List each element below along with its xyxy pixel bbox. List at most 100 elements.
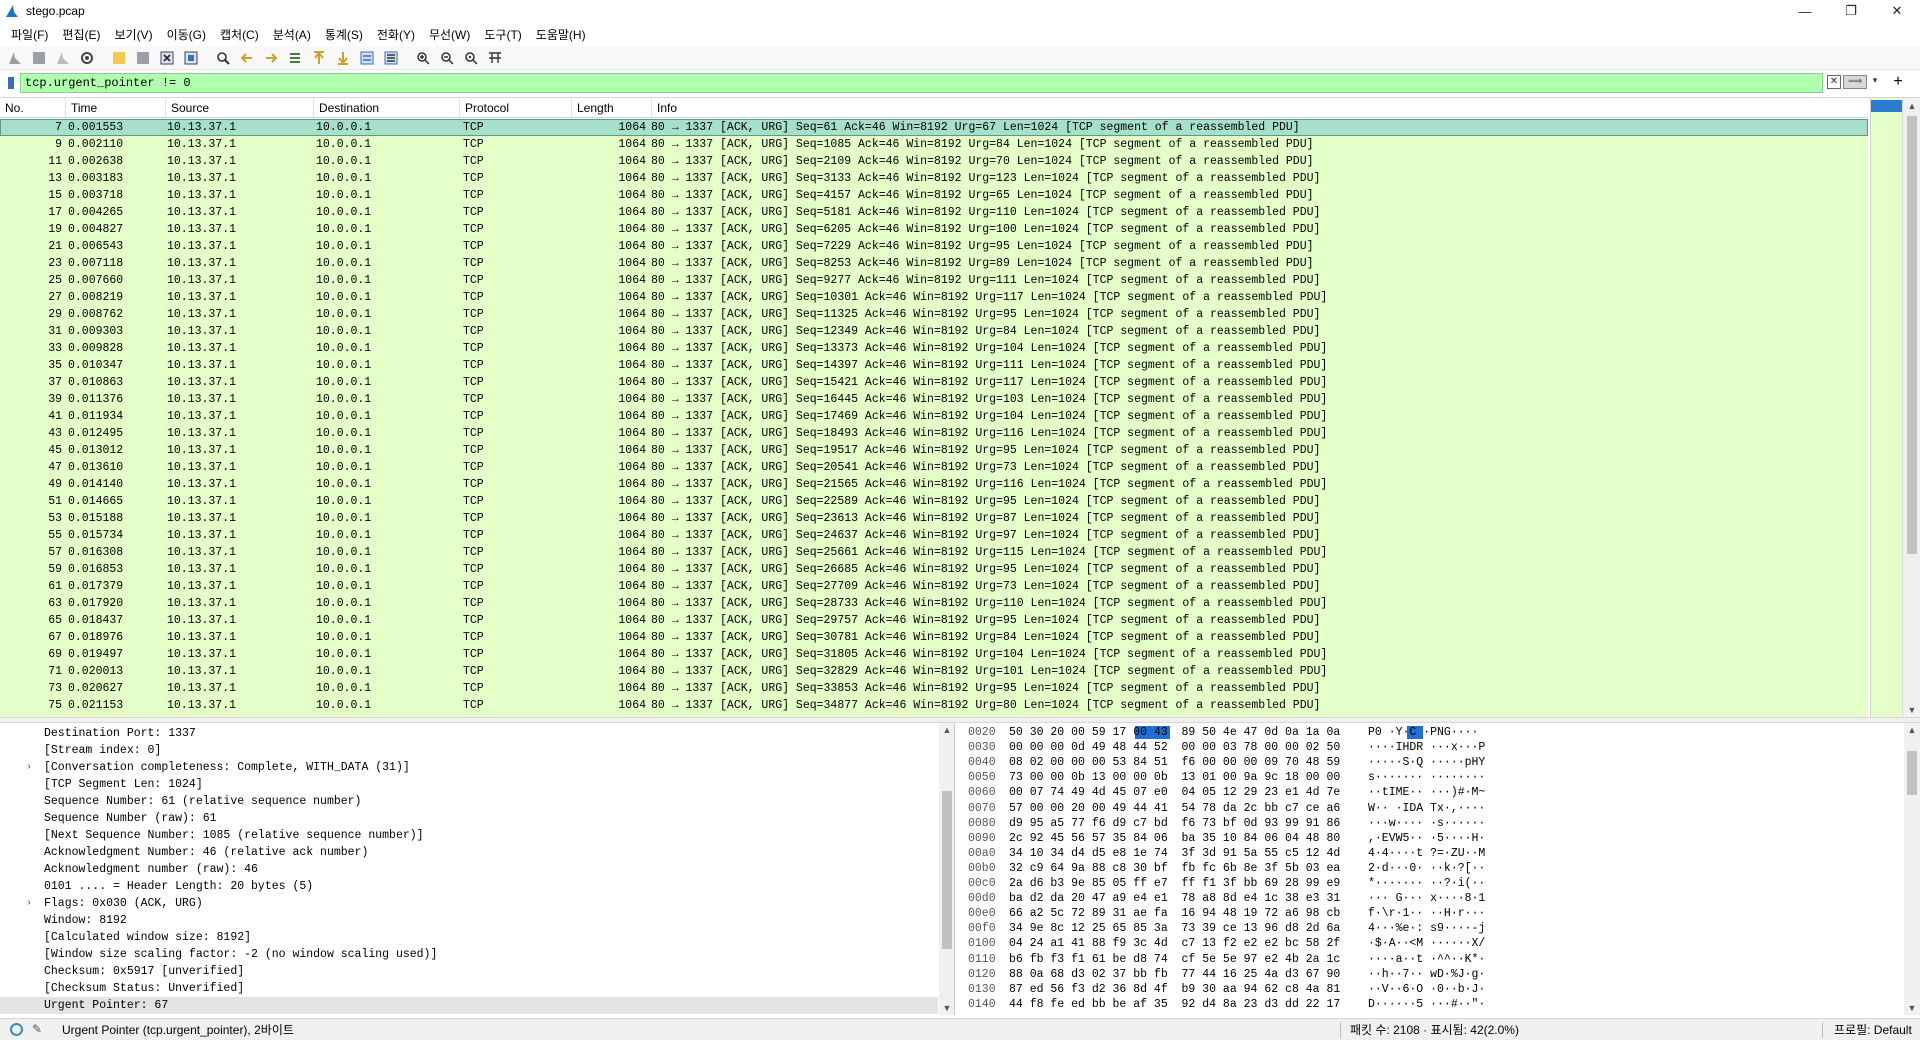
details-tree-item[interactable]: Sequence Number (raw): 61 — [0, 810, 938, 827]
menu-wireless[interactable]: 무선(W) — [422, 24, 477, 45]
details-tree-item[interactable]: Destination Port: 1337 — [0, 725, 938, 742]
hex-dump-row[interactable]: 0140 44 f8 fe ed bb be af 35 92 d4 8a 23 … — [961, 997, 1901, 1012]
display-filter-input[interactable]: tcp.urgent_pointer != 0 — [20, 73, 1823, 93]
menu-tools[interactable]: 도구(T) — [477, 24, 528, 45]
zoom-out-icon[interactable] — [436, 48, 458, 68]
column-header-protocol[interactable]: Protocol — [460, 98, 572, 118]
save-file-icon[interactable] — [132, 48, 154, 68]
table-row[interactable]: 13 0.003183 10.13.37.1 10.0.0.1 TCP 1064 80 → … — [0, 170, 1868, 187]
table-row[interactable]: 41 0.011934 10.13.37.1 10.0.0.1 TCP 1064 80 → … — [0, 408, 1868, 425]
table-row[interactable]: 73 0.020627 10.13.37.1 10.0.0.1 TCP 1064 80 → … — [0, 680, 1868, 697]
details-tree-item[interactable]: [Window size scaling factor: -2 (no wind… — [0, 946, 938, 963]
packet-minimap[interactable] — [1870, 98, 1903, 717]
table-row[interactable]: 9 0.002110 10.13.37.1 10.0.0.1 TCP 1064 80 → 1… — [0, 136, 1868, 153]
open-file-icon[interactable] — [108, 48, 130, 68]
column-header-info[interactable]: Info — [652, 98, 1868, 118]
table-row[interactable]: 75 0.021153 10.13.37.1 10.0.0.1 TCP 1064 80 → … — [0, 697, 1868, 714]
table-row[interactable]: 25 0.007660 10.13.37.1 10.0.0.1 TCP 1064 80 → … — [0, 272, 1868, 289]
scroll-up-icon[interactable]: ▲ — [1904, 723, 1920, 737]
details-tree-item[interactable]: › Flags: 0x030 (ACK, URG) — [0, 895, 938, 912]
hex-dump-row[interactable]: 0110 b6 fb f3 f1 61 be d8 74 cf 5e 5e 97 … — [961, 952, 1901, 967]
hex-dump-row[interactable]: 00c0 2a d6 b3 9e 85 05 ff e7 ff f1 3f bb … — [961, 876, 1901, 891]
table-row[interactable]: 19 0.004827 10.13.37.1 10.0.0.1 TCP 1064 80 → … — [0, 221, 1868, 238]
scroll-down-icon[interactable]: ▼ — [1904, 1001, 1920, 1015]
column-header-destination[interactable]: Destination — [314, 98, 460, 118]
zoom-normal-icon[interactable] — [460, 48, 482, 68]
menu-edit[interactable]: 편집(E) — [55, 24, 107, 45]
table-row[interactable]: 33 0.009828 10.13.37.1 10.0.0.1 TCP 1064 80 → … — [0, 340, 1868, 357]
menu-capture[interactable]: 캡처(C) — [213, 24, 266, 45]
hex-dump-row[interactable]: 00e0 66 a2 5c 72 89 31 ae fa 16 94 48 19 … — [961, 906, 1901, 921]
hex-dump-row[interactable]: 0080 d9 95 a5 77 f6 d9 c7 bd f6 73 bf 0d … — [961, 816, 1901, 831]
column-header-length[interactable]: Length — [572, 98, 652, 118]
menu-file[interactable]: 파일(F) — [4, 24, 55, 45]
scroll-up-icon[interactable]: ▲ — [1903, 98, 1920, 114]
table-row[interactable]: 55 0.015734 10.13.37.1 10.0.0.1 TCP 1064 80 → … — [0, 527, 1868, 544]
details-tree-item[interactable]: [TCP Segment Len: 1024] — [0, 776, 938, 793]
hex-dump-row[interactable]: 0130 87 ed 56 f3 d2 36 8d 4f b9 30 aa 94 … — [961, 982, 1901, 997]
go-to-packet-icon[interactable] — [284, 48, 306, 68]
scrollbar-thumb[interactable] — [1907, 116, 1917, 554]
scroll-down-icon[interactable]: ▼ — [939, 1001, 954, 1015]
menu-statistics[interactable]: 통계(S) — [318, 24, 370, 45]
table-row[interactable]: 57 0.016308 10.13.37.1 10.0.0.1 TCP 1064 80 → … — [0, 544, 1868, 561]
hex-dump-row[interactable]: 0040 08 02 00 00 00 53 84 51 f6 00 00 00 … — [961, 755, 1901, 770]
scroll-down-icon[interactable]: ▼ — [1903, 702, 1920, 717]
table-row[interactable]: 29 0.008762 10.13.37.1 10.0.0.1 TCP 1064 80 → … — [0, 306, 1868, 323]
clear-filter-button[interactable]: ✕ — [1827, 75, 1841, 89]
table-row[interactable]: 39 0.011376 10.13.37.1 10.0.0.1 TCP 1064 80 → … — [0, 391, 1868, 408]
start-capture-icon[interactable] — [4, 48, 26, 68]
table-row[interactable]: 37 0.010863 10.13.37.1 10.0.0.1 TCP 1064 80 → … — [0, 374, 1868, 391]
find-packet-icon[interactable] — [212, 48, 234, 68]
table-row[interactable]: 69 0.019497 10.13.37.1 10.0.0.1 TCP 1064 80 → … — [0, 646, 1868, 663]
bytes-scrollbar[interactable]: ▲ ▼ — [1904, 723, 1920, 1015]
add-filter-button[interactable]: + — [1888, 73, 1908, 93]
details-tree-item[interactable]: Checksum: 0x5917 [unverified] — [0, 963, 938, 980]
hex-dump-row[interactable]: 0050 73 00 00 0b 13 00 00 0b 13 01 00 9a … — [961, 770, 1901, 785]
details-tree-item[interactable]: [Next Sequence Number: 1085 (relative se… — [0, 827, 938, 844]
table-row[interactable]: 15 0.003718 10.13.37.1 10.0.0.1 TCP 1064 80 → … — [0, 187, 1868, 204]
table-row[interactable]: 45 0.013012 10.13.37.1 10.0.0.1 TCP 1064 80 → … — [0, 442, 1868, 459]
go-first-icon[interactable] — [308, 48, 330, 68]
table-row[interactable]: 63 0.017920 10.13.37.1 10.0.0.1 TCP 1064 80 → … — [0, 595, 1868, 612]
hex-dump-row[interactable]: 00f0 34 9e 8c 12 25 65 85 3a 73 39 ce 13 … — [961, 921, 1901, 936]
menu-analyze[interactable]: 분석(A) — [266, 24, 318, 45]
hex-dump-row[interactable]: 0060 00 07 74 49 4d 45 07 e0 04 05 12 29 … — [961, 785, 1901, 800]
go-back-icon[interactable] — [236, 48, 258, 68]
details-tree-item[interactable]: Acknowledgment Number: 46 (relative ack … — [0, 844, 938, 861]
auto-scroll-icon[interactable] — [356, 48, 378, 68]
details-tree-item[interactable]: Sequence Number: 61 (relative sequence n… — [0, 793, 938, 810]
table-row[interactable]: 17 0.004265 10.13.37.1 10.0.0.1 TCP 1064 80 → … — [0, 204, 1868, 221]
hex-dump-row[interactable]: 0030 00 00 00 0d 49 48 44 52 00 00 03 78 … — [961, 740, 1901, 755]
table-row[interactable]: 31 0.009303 10.13.37.1 10.0.0.1 TCP 1064 80 → … — [0, 323, 1868, 340]
apply-filter-button[interactable]: ⟹ — [1843, 75, 1867, 89]
maximize-button[interactable]: ❐ — [1828, 0, 1874, 22]
table-row[interactable]: 23 0.007118 10.13.37.1 10.0.0.1 TCP 1064 80 → … — [0, 255, 1868, 272]
go-forward-icon[interactable] — [260, 48, 282, 68]
expert-info-icon[interactable] — [10, 1023, 23, 1036]
table-row[interactable]: 59 0.016853 10.13.37.1 10.0.0.1 TCP 1064 80 → … — [0, 561, 1868, 578]
table-row[interactable]: 21 0.006543 10.13.37.1 10.0.0.1 TCP 1064 80 → … — [0, 238, 1868, 255]
hex-dump-row[interactable]: 00d0 ba d2 da 20 47 a9 e4 e1 78 a8 8d e4 … — [961, 891, 1901, 906]
go-last-icon[interactable] — [332, 48, 354, 68]
hex-dump-row[interactable]: 0020 50 30 20 00 59 17 00 43 89 50 4e 47 … — [961, 725, 1901, 740]
filter-history-dropdown[interactable]: ▾ — [1869, 75, 1881, 89]
scrollbar-thumb[interactable] — [1907, 751, 1917, 795]
table-row[interactable]: 51 0.014665 10.13.37.1 10.0.0.1 TCP 1064 80 → … — [0, 493, 1868, 510]
menu-help[interactable]: 도움말(H) — [529, 24, 593, 45]
scrollbar-thumb[interactable] — [942, 791, 952, 949]
expand-arrow-icon[interactable]: › — [26, 895, 38, 912]
details-tree-item[interactable]: Urgent Pointer: 67 — [0, 997, 938, 1014]
resize-columns-icon[interactable] — [484, 48, 506, 68]
table-row[interactable]: 43 0.012495 10.13.37.1 10.0.0.1 TCP 1064 80 → … — [0, 425, 1868, 442]
reload-file-icon[interactable] — [180, 48, 202, 68]
table-row[interactable]: 35 0.010347 10.13.37.1 10.0.0.1 TCP 1064 80 → … — [0, 357, 1868, 374]
hex-dump-row[interactable]: 00b0 32 c9 64 9a 88 c8 30 bf fb fc 6b 8e … — [961, 861, 1901, 876]
expand-arrow-icon[interactable]: › — [26, 759, 38, 776]
hex-dump-row[interactable]: 0100 04 24 a1 41 88 f9 3c 4d c7 13 f2 e2 … — [961, 936, 1901, 951]
column-header-no[interactable]: No. — [0, 98, 66, 118]
stop-capture-icon[interactable] — [28, 48, 50, 68]
status-profile[interactable]: 프로필: Default — [1834, 1019, 1912, 1040]
menu-telephony[interactable]: 전화(Y) — [370, 24, 422, 45]
table-row[interactable]: 49 0.014140 10.13.37.1 10.0.0.1 TCP 1064 80 → … — [0, 476, 1868, 493]
